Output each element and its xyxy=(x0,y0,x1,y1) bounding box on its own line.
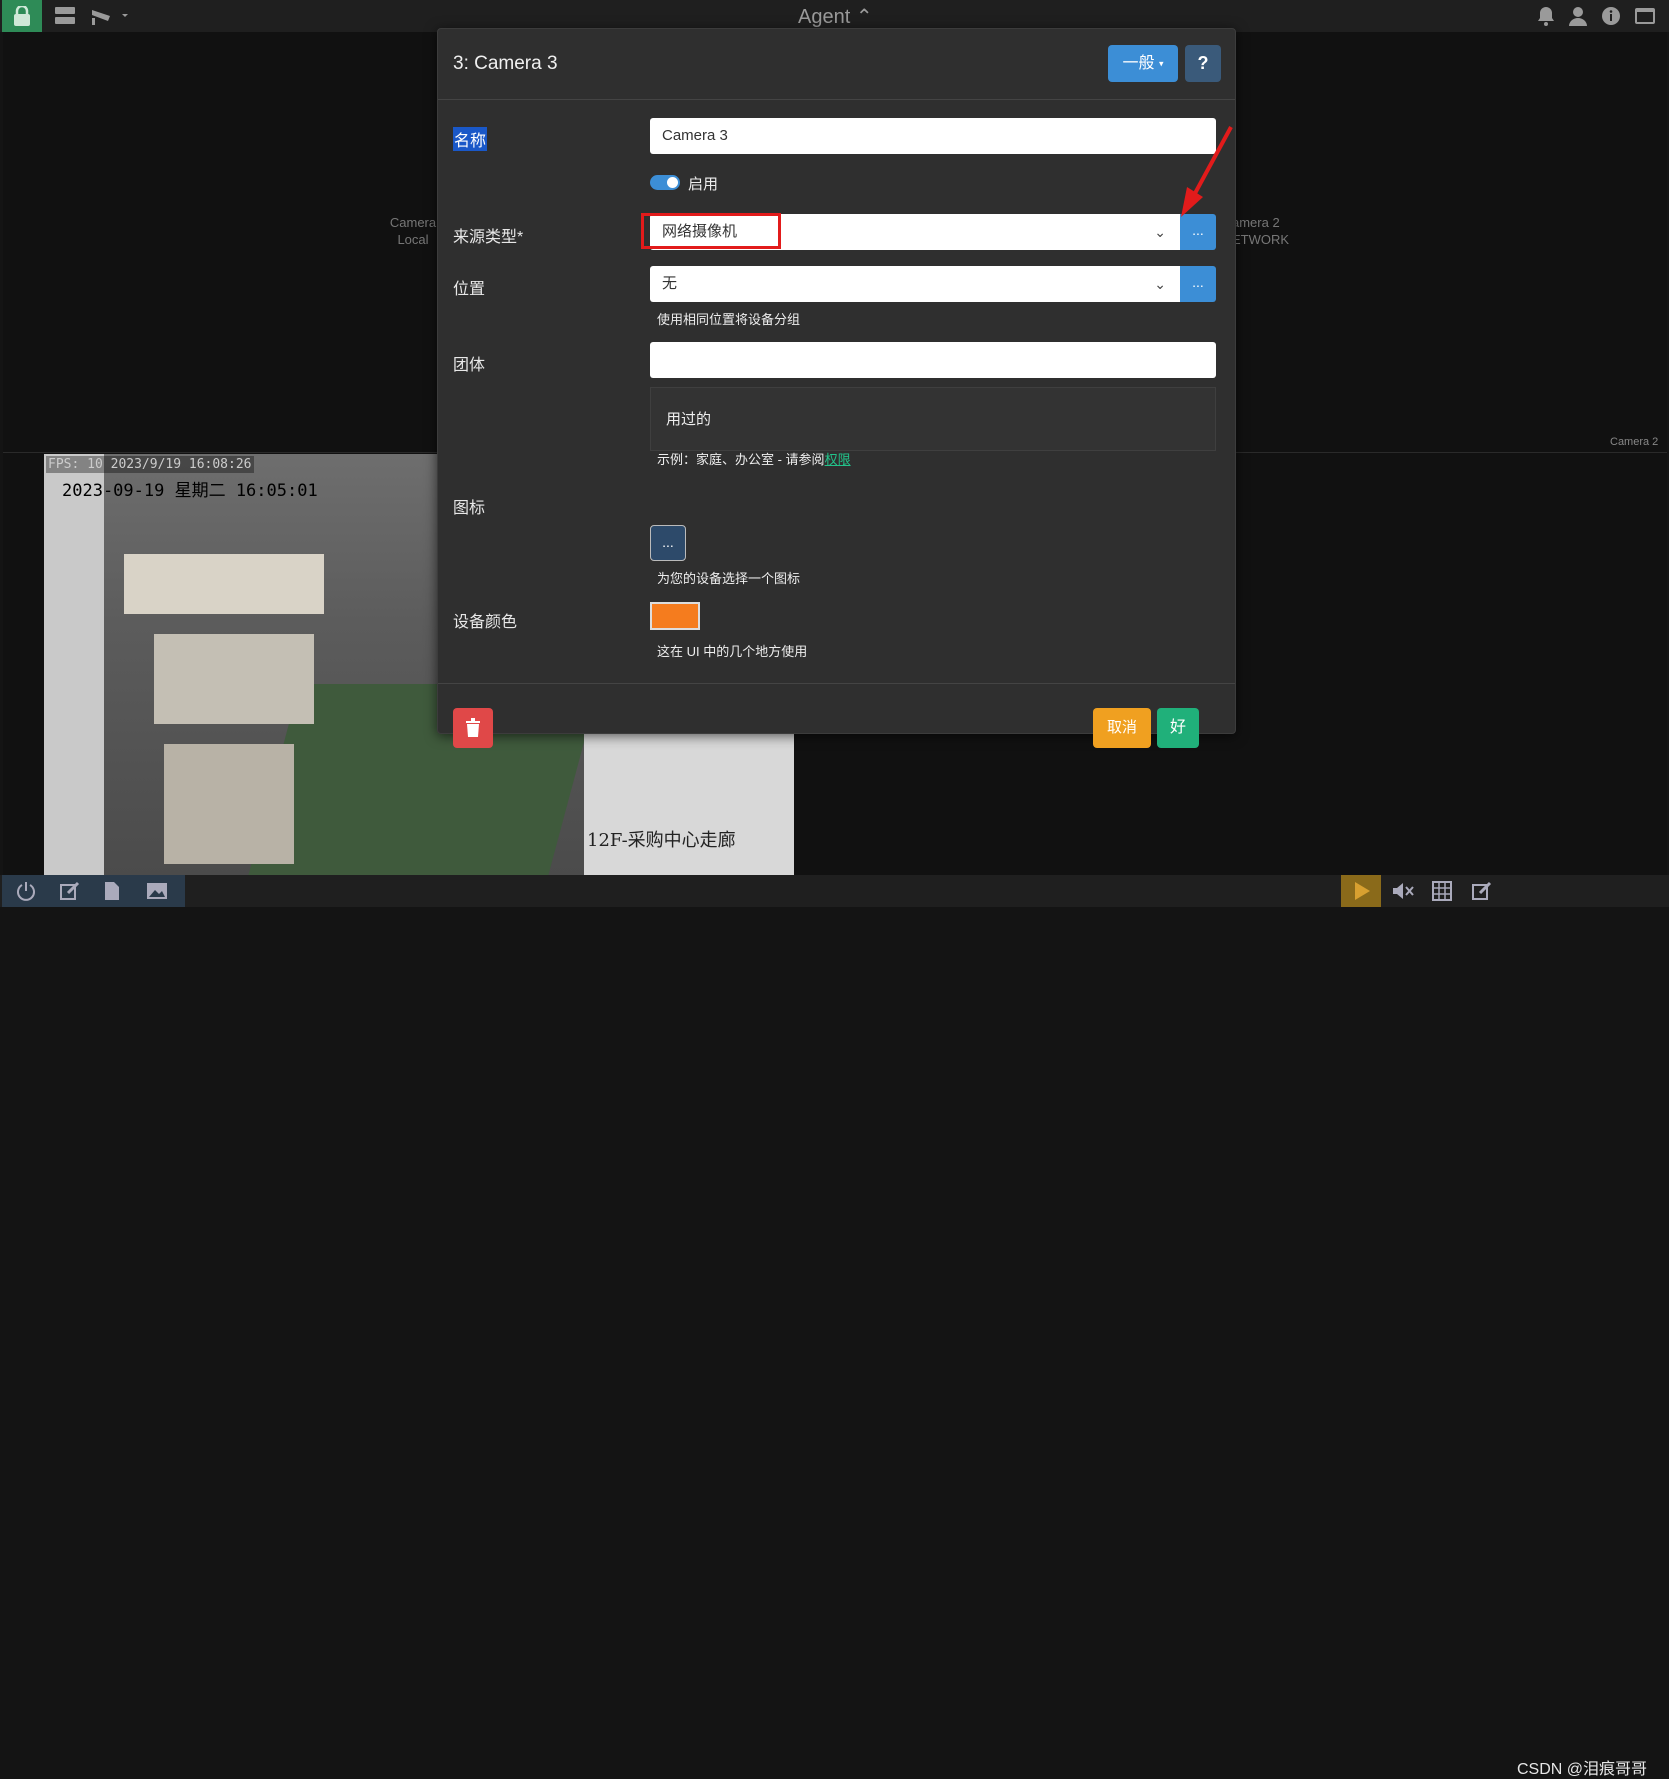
mute-icon[interactable] xyxy=(1392,881,1414,901)
name-label: 名称 xyxy=(453,127,488,151)
device-color-help: 这在 UI 中的几个地方使用 xyxy=(657,644,808,659)
used-groups-label: 用过的 xyxy=(666,411,712,428)
location-value: 无 xyxy=(662,275,678,292)
location-help: 使用相同位置将设备分组 xyxy=(657,312,801,327)
camera-tile-left-label: Camera Local xyxy=(388,214,438,248)
general-dropdown-button[interactable]: 一般 ▾ xyxy=(1108,45,1178,82)
server-icon[interactable] xyxy=(54,6,76,26)
cctv-camera-icon[interactable] xyxy=(90,6,130,26)
delete-button[interactable] xyxy=(453,708,493,748)
location-label: 位置 xyxy=(453,281,486,298)
fps-overlay: FPS: 10 2023/9/19 16:08:26 xyxy=(46,456,254,473)
dialog-title: 3: Camera 3 xyxy=(453,53,558,74)
trash-icon xyxy=(466,718,480,737)
feed-wall-panel xyxy=(584,724,794,875)
feed-desk xyxy=(124,554,324,614)
power-icon[interactable] xyxy=(16,881,36,901)
location-select[interactable]: 无 ⌄ xyxy=(650,266,1180,302)
chevron-up-icon: ⌃ xyxy=(855,6,873,28)
icon-label: 图标 xyxy=(453,500,486,517)
osd-timestamp: 2023-09-19 星期二 16:05:01 xyxy=(62,481,318,501)
feed-desk xyxy=(164,744,294,864)
help-button[interactable]: ? xyxy=(1185,45,1221,82)
camera-2-tag: Camera 2 xyxy=(1610,436,1659,448)
user-icon[interactable] xyxy=(1569,6,1587,26)
location-more-button[interactable]: ... xyxy=(1180,266,1216,302)
camera-left-type: Local xyxy=(397,232,429,247)
ok-button[interactable]: 好 xyxy=(1157,708,1199,748)
header-divider xyxy=(438,99,1235,100)
device-color-swatch[interactable] xyxy=(650,602,700,630)
cancel-button[interactable]: 取消 xyxy=(1093,708,1151,748)
red-arrow-annotation xyxy=(1181,126,1233,217)
device-color-label: 设备颜色 xyxy=(453,614,518,631)
general-button-label: 一般 xyxy=(1122,55,1155,72)
group-help: 示例：家庭、办公室 - 请参阅权限 xyxy=(657,449,851,468)
group-help-text: 示例：家庭、办公室 - 请参阅 xyxy=(657,452,825,467)
bottom-bar: CSDN @泪痕哥哥 xyxy=(0,875,1669,1778)
camera-settings-dialog: 3: Camera 3 一般 ▾ ? 名称 Camera 3 启用 来源类型* … xyxy=(437,28,1236,748)
file-icon[interactable] xyxy=(104,881,120,901)
permissions-link[interactable]: 权限 xyxy=(825,452,851,467)
edit-layout-icon[interactable] xyxy=(1472,881,1492,901)
used-groups-panel: 用过的 xyxy=(650,387,1216,451)
csdn-watermark: CSDN @泪痕哥哥 xyxy=(1517,1761,1648,1778)
app-title[interactable]: Agent ⌃ xyxy=(798,4,873,29)
osd-location: 12F-采购中心走廊 xyxy=(587,830,736,851)
camera-left-name: Camera xyxy=(389,215,437,230)
chevron-down-icon: ⌄ xyxy=(1154,224,1166,240)
camera-tile-right-label: amera 2 ETWORK xyxy=(1232,214,1292,248)
source-type-label: 来源类型* xyxy=(453,229,524,246)
camera-right-type: ETWORK xyxy=(1232,232,1290,247)
name-input[interactable]: Camera 3 xyxy=(650,118,1216,154)
group-label: 团体 xyxy=(453,357,486,374)
feed-desk xyxy=(154,634,314,724)
enable-label: 启用 xyxy=(688,176,719,193)
play-button[interactable] xyxy=(1341,875,1381,907)
edit-icon[interactable] xyxy=(60,881,80,901)
lock-icon xyxy=(14,6,30,26)
caret-down-icon: ▾ xyxy=(1158,58,1164,69)
group-input[interactable] xyxy=(650,342,1216,378)
bell-icon[interactable] xyxy=(1537,6,1555,26)
footer-divider xyxy=(438,683,1235,684)
feed-wall xyxy=(44,454,104,875)
image-icon[interactable] xyxy=(146,881,168,901)
window-icon[interactable] xyxy=(1634,6,1656,26)
lock-button[interactable] xyxy=(2,0,42,32)
grid-icon[interactable] xyxy=(1432,881,1452,901)
highlight-box xyxy=(641,213,781,249)
play-icon xyxy=(1355,882,1370,900)
icon-picker-button[interactable]: ... xyxy=(650,525,686,561)
camera-right-name: amera 2 xyxy=(1232,215,1280,230)
app-title-label: Agent xyxy=(798,6,851,28)
info-icon[interactable] xyxy=(1601,6,1621,26)
chevron-down-icon: ⌄ xyxy=(1154,276,1166,292)
enable-toggle[interactable] xyxy=(650,175,680,190)
icon-help: 为您的设备选择一个图标 xyxy=(657,571,801,586)
